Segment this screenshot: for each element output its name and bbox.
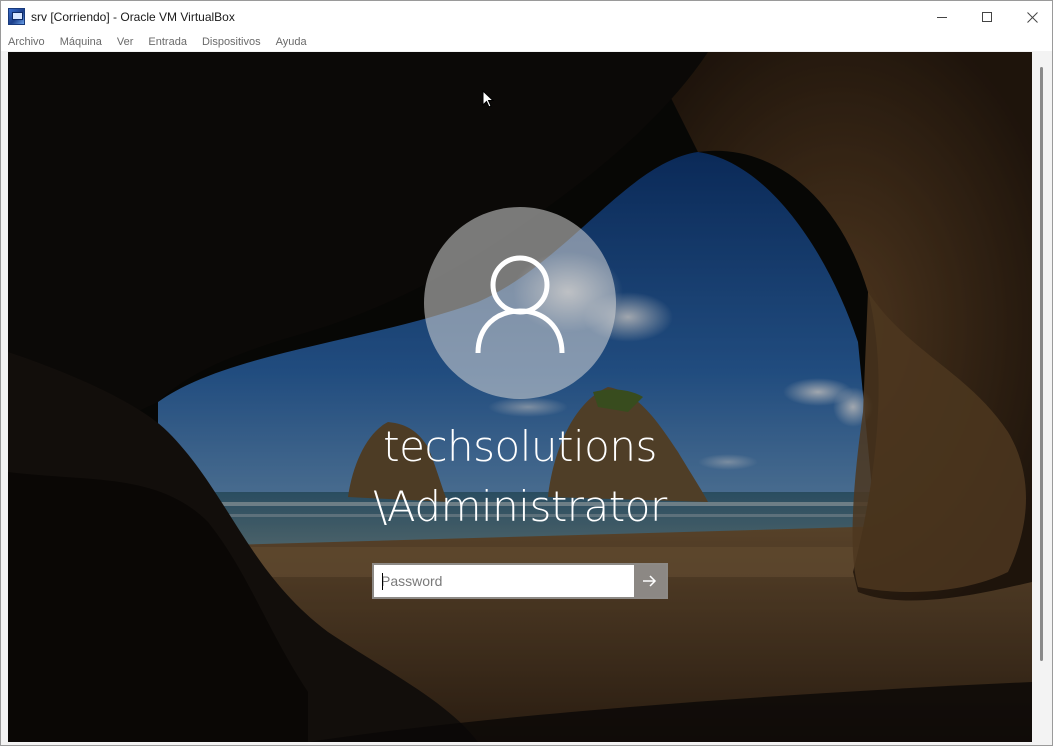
menu-ayuda[interactable]: Ayuda bbox=[276, 36, 307, 48]
vm-display[interactable]: techsolutions \Administrator bbox=[8, 52, 1032, 742]
title-bar[interactable]: srv [Corriendo] - Oracle VM VirtualBox bbox=[1, 1, 1052, 33]
username-domain: techsolutions bbox=[383, 422, 657, 471]
minimize-button[interactable] bbox=[919, 1, 965, 33]
maximize-button[interactable] bbox=[964, 1, 1010, 33]
menu-maquina[interactable]: Máquina bbox=[60, 36, 102, 48]
menu-archivo[interactable]: Archivo bbox=[8, 36, 45, 48]
vertical-scrollbar[interactable] bbox=[1035, 52, 1052, 742]
mouse-pointer-icon bbox=[482, 89, 495, 113]
password-box bbox=[372, 563, 668, 599]
arrow-right-icon bbox=[643, 575, 657, 587]
menu-ver[interactable]: Ver bbox=[117, 36, 134, 48]
menu-dispositivos[interactable]: Dispositivos bbox=[202, 36, 261, 48]
close-icon bbox=[1026, 11, 1038, 23]
maximize-icon bbox=[982, 12, 992, 22]
close-button[interactable] bbox=[1009, 1, 1053, 33]
scrollbar-thumb[interactable] bbox=[1040, 67, 1043, 661]
virtualbox-window: srv [Corriendo] - Oracle VM VirtualBox A… bbox=[0, 0, 1053, 746]
user-avatar bbox=[424, 207, 616, 399]
minimize-icon bbox=[937, 17, 947, 18]
submit-button[interactable] bbox=[634, 565, 666, 597]
virtualbox-icon bbox=[8, 8, 25, 25]
text-caret bbox=[382, 573, 383, 590]
password-input[interactable] bbox=[374, 565, 634, 597]
user-icon bbox=[475, 255, 565, 354]
menu-entrada[interactable]: Entrada bbox=[148, 36, 187, 48]
menu-bar: Archivo Máquina Ver Entrada Dispositivos… bbox=[1, 33, 1052, 51]
username-account: \Administrator bbox=[373, 482, 667, 531]
window-title: srv [Corriendo] - Oracle VM VirtualBox bbox=[31, 10, 235, 24]
